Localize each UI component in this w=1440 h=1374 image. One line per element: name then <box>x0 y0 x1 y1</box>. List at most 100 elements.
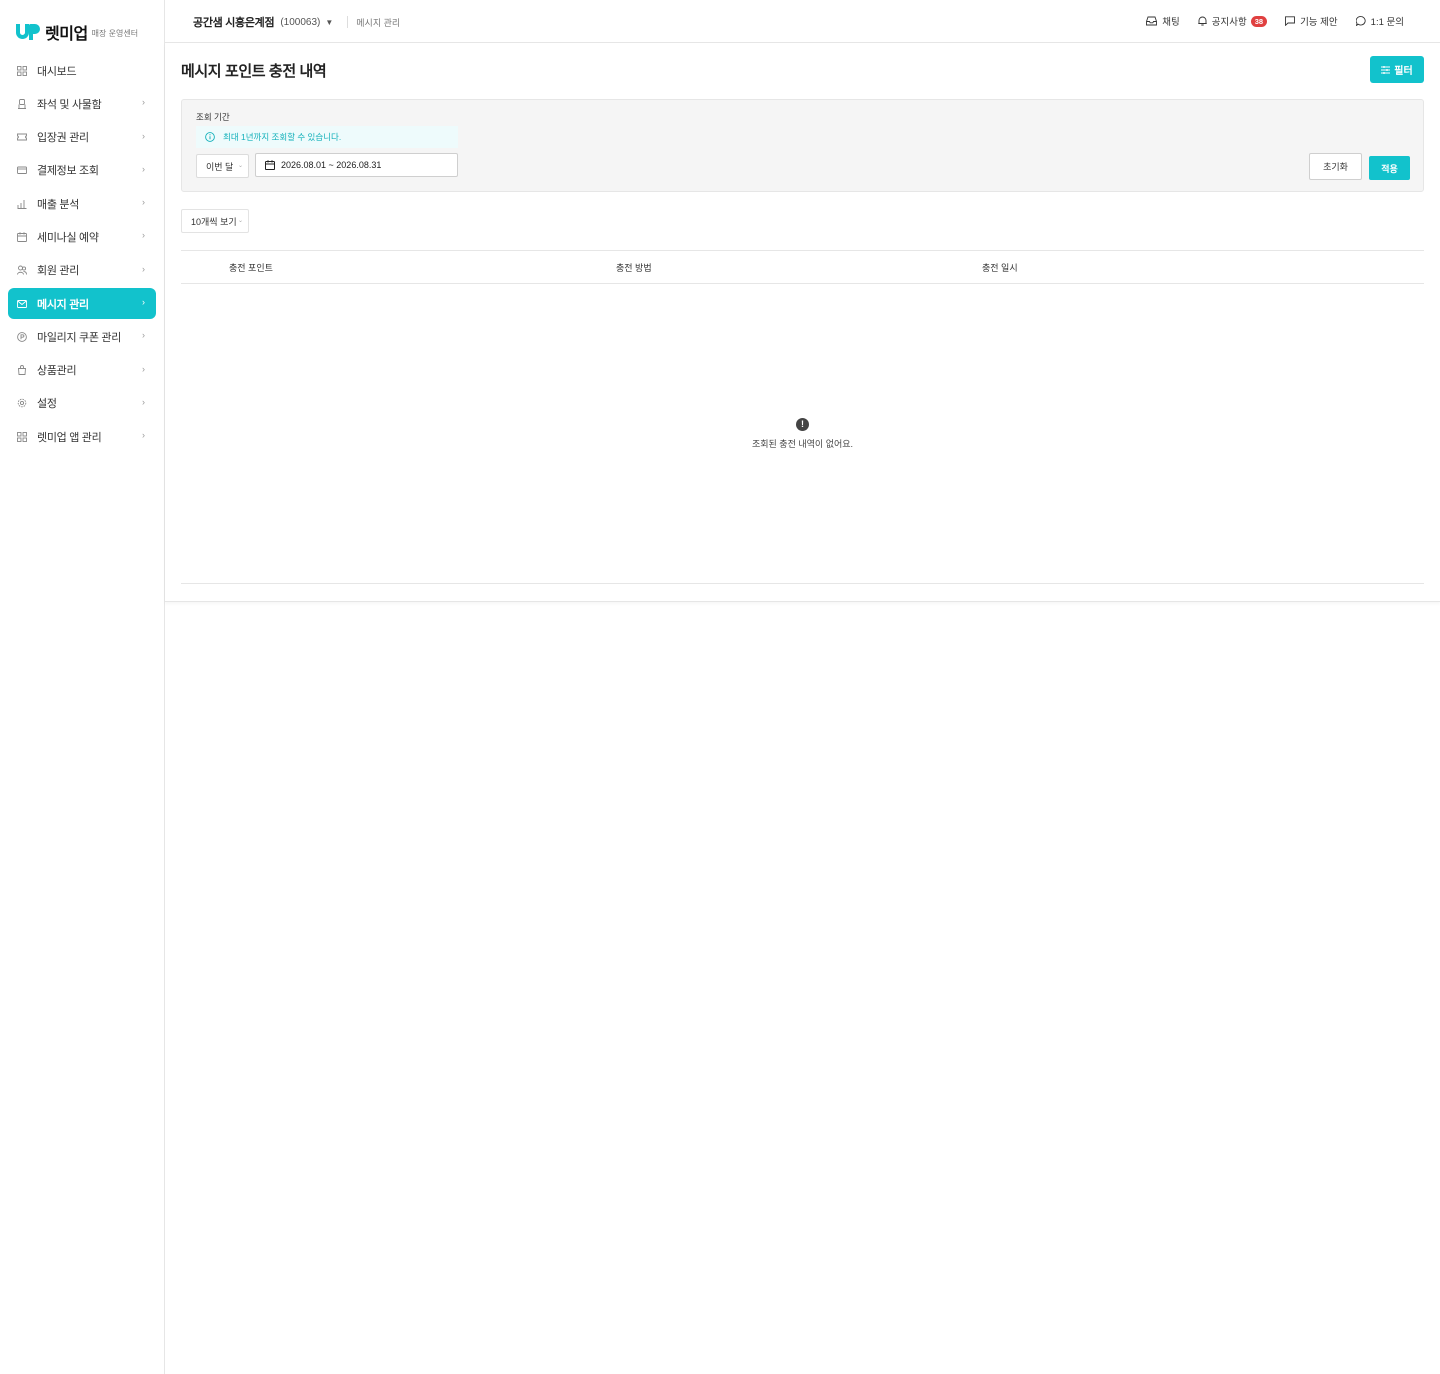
chevron-right-icon: › <box>142 130 145 141</box>
store-switcher[interactable]: 공간샘 시흥은계점 (100063) ▼ 메시지 관리 <box>193 14 400 30</box>
table-bottom-divider <box>181 583 1424 584</box>
calendar-icon <box>17 232 27 242</box>
sidebar-item-label: 렛미업 앱 관리 <box>37 431 102 444</box>
chevron-right-icon: › <box>142 396 145 407</box>
chevron-right-icon: › <box>142 330 145 341</box>
bell-icon <box>1198 16 1207 26</box>
sidebar-item-sales[interactable]: 매출 분석 › <box>8 188 156 219</box>
chevron-right-icon: › <box>142 230 145 241</box>
suggest-link[interactable]: 기능 제안 <box>1285 14 1338 28</box>
sidebar-item-members[interactable]: 회원 관리 › <box>8 255 156 286</box>
filter-panel: 조회 기간 최대 1년까지 조회할 수 있습니다. 이번 달 ⌄ 2026.08… <box>181 99 1424 192</box>
chevron-right-icon: › <box>142 263 145 274</box>
chevron-right-icon: › <box>142 197 145 208</box>
column-header-points[interactable]: 충전 포인트 <box>229 261 273 274</box>
chevron-down-icon: ⌄ <box>237 218 243 224</box>
chevron-right-icon: › <box>142 363 145 374</box>
bar-chart-icon <box>17 199 27 209</box>
sidebar-item-dashboard[interactable]: 대시보드 <box>8 55 156 86</box>
page-title: 메시지 포인트 충전 내역 <box>181 63 327 80</box>
logo-mark-icon <box>16 23 40 41</box>
info-icon <box>205 132 215 142</box>
suggest-label: 기능 제안 <box>1300 17 1338 28</box>
chat-link[interactable]: 채팅 <box>1146 14 1180 28</box>
chat-bubble-icon <box>1285 16 1296 26</box>
sidebar-item-label: 메시지 관리 <box>37 298 89 311</box>
message-circle-icon <box>1355 16 1366 26</box>
sidebar-item-seminar[interactable]: 세미나실 예약 › <box>8 221 156 252</box>
sidebar-item-tickets[interactable]: 입장권 관리 › <box>8 122 156 153</box>
breadcrumb-divider <box>347 16 349 28</box>
seat-icon <box>17 98 27 109</box>
filter-button-label: 필터 <box>1394 66 1413 77</box>
column-header-method[interactable]: 충전 방법 <box>616 261 652 274</box>
period-info-notice: 최대 1년까지 조회할 수 있습니다. <box>196 126 458 148</box>
sidebar-item-seats[interactable]: 좌석 및 사물함 › <box>8 88 156 119</box>
ticket-icon <box>17 132 27 142</box>
range-select[interactable]: 이번 달 ⌄ <box>196 154 249 178</box>
calendar-icon <box>265 160 275 170</box>
bag-icon <box>17 365 27 376</box>
sidebar-item-app[interactable]: 렛미업 앱 관리 › <box>8 421 156 452</box>
sidebar-item-settings[interactable]: 설정 › <box>8 388 156 419</box>
charge-history-table: 충전 포인트 충전 방법 충전 일시 ! 조회된 충전 내역이 없어요. <box>181 250 1424 585</box>
sidebar-nav: 대시보드 좌석 및 사물함 › 입장권 관리 › 결제정보 조회 › 매출 분석… <box>8 55 156 455</box>
period-label: 조회 기간 <box>196 112 230 122</box>
sidebar-item-label: 회원 관리 <box>37 265 80 278</box>
notice-link[interactable]: 공지사항 38 <box>1198 14 1268 28</box>
filter-button[interactable]: 필터 <box>1370 56 1424 83</box>
apply-button[interactable]: 적용 <box>1369 156 1410 180</box>
coin-icon <box>17 332 27 342</box>
sidebar-item-label: 대시보드 <box>37 65 77 78</box>
caret-down-icon: ▼ <box>325 17 334 27</box>
chevron-right-icon: › <box>142 430 145 441</box>
notice-count-badge: 38 <box>1250 15 1268 27</box>
sidebar: 렛미업 매장 운영센터 대시보드 좌석 및 사물함 › 입장권 관리 › 결제정… <box>0 0 165 1374</box>
grid-icon <box>17 65 27 76</box>
chat-label: 채팅 <box>1162 17 1180 28</box>
date-range-value: 2026.08.01 ~ 2026.08.31 <box>281 160 382 170</box>
brand-subtitle: 매장 운영센터 <box>91 29 139 38</box>
filter-icon <box>1381 65 1391 74</box>
brand-logo[interactable]: 렛미업 매장 운영센터 <box>16 20 138 44</box>
date-range-picker[interactable]: 2026.08.01 ~ 2026.08.31 <box>255 153 458 177</box>
sidebar-item-label: 매출 분석 <box>37 198 80 211</box>
table-header: 충전 포인트 충전 방법 충전 일시 <box>181 250 1424 284</box>
page-size-value: 10개씩 보기 <box>191 216 237 227</box>
period-info-text: 최대 1년까지 조회할 수 있습니다. <box>223 132 342 142</box>
store-code: (100063) <box>280 16 321 28</box>
sidebar-item-label: 상품관리 <box>37 365 77 378</box>
sidebar-item-mileage[interactable]: 마일리지 쿠폰 관리 › <box>8 321 156 352</box>
mail-icon <box>17 299 27 309</box>
main-content: 메시지 포인트 충전 내역 필터 조회 기간 최대 1년까지 조회할 수 있습니… <box>165 43 1440 602</box>
sidebar-item-label: 마일리지 쿠폰 관리 <box>37 331 122 344</box>
inbox-icon <box>1146 16 1158 26</box>
sidebar-item-payments[interactable]: 결제정보 조회 › <box>8 155 156 186</box>
chevron-right-icon: › <box>142 163 145 174</box>
page-size-select[interactable]: 10개씩 보기 ⌄ <box>181 209 249 233</box>
top-links: 채팅 공지사항 38 기능 제안 1:1 문의 <box>1128 14 1404 28</box>
sidebar-item-messages[interactable]: 메시지 관리 › <box>8 288 156 320</box>
sidebar-item-label: 설정 <box>37 398 57 411</box>
brand-name: 렛미업 <box>45 26 88 43</box>
apps-icon <box>17 431 27 442</box>
empty-message: 조회된 충전 내역이 없어요. <box>751 439 854 449</box>
range-select-value: 이번 달 <box>206 161 234 172</box>
chevron-right-icon: › <box>142 297 145 308</box>
chevron-down-icon: ⌄ <box>237 163 243 169</box>
users-icon <box>17 265 27 275</box>
sidebar-item-label: 좌석 및 사물함 <box>37 98 102 111</box>
notice-label: 공지사항 <box>1211 17 1247 28</box>
reset-button[interactable]: 초기화 <box>1309 153 1362 180</box>
sidebar-item-label: 세미나실 예약 <box>37 231 99 244</box>
chevron-right-icon: › <box>142 97 145 108</box>
alert-icon: ! <box>796 418 809 431</box>
store-name: 공간샘 시흥은계점 <box>193 17 275 29</box>
card-icon <box>17 165 27 175</box>
breadcrumb: 메시지 관리 <box>356 17 401 28</box>
gear-icon <box>17 398 27 408</box>
inquiry-link[interactable]: 1:1 문의 <box>1355 14 1404 28</box>
sidebar-item-products[interactable]: 상품관리 › <box>8 355 156 386</box>
column-header-datetime[interactable]: 충전 일시 <box>982 261 1018 274</box>
sidebar-item-label: 결제정보 조회 <box>37 165 99 178</box>
